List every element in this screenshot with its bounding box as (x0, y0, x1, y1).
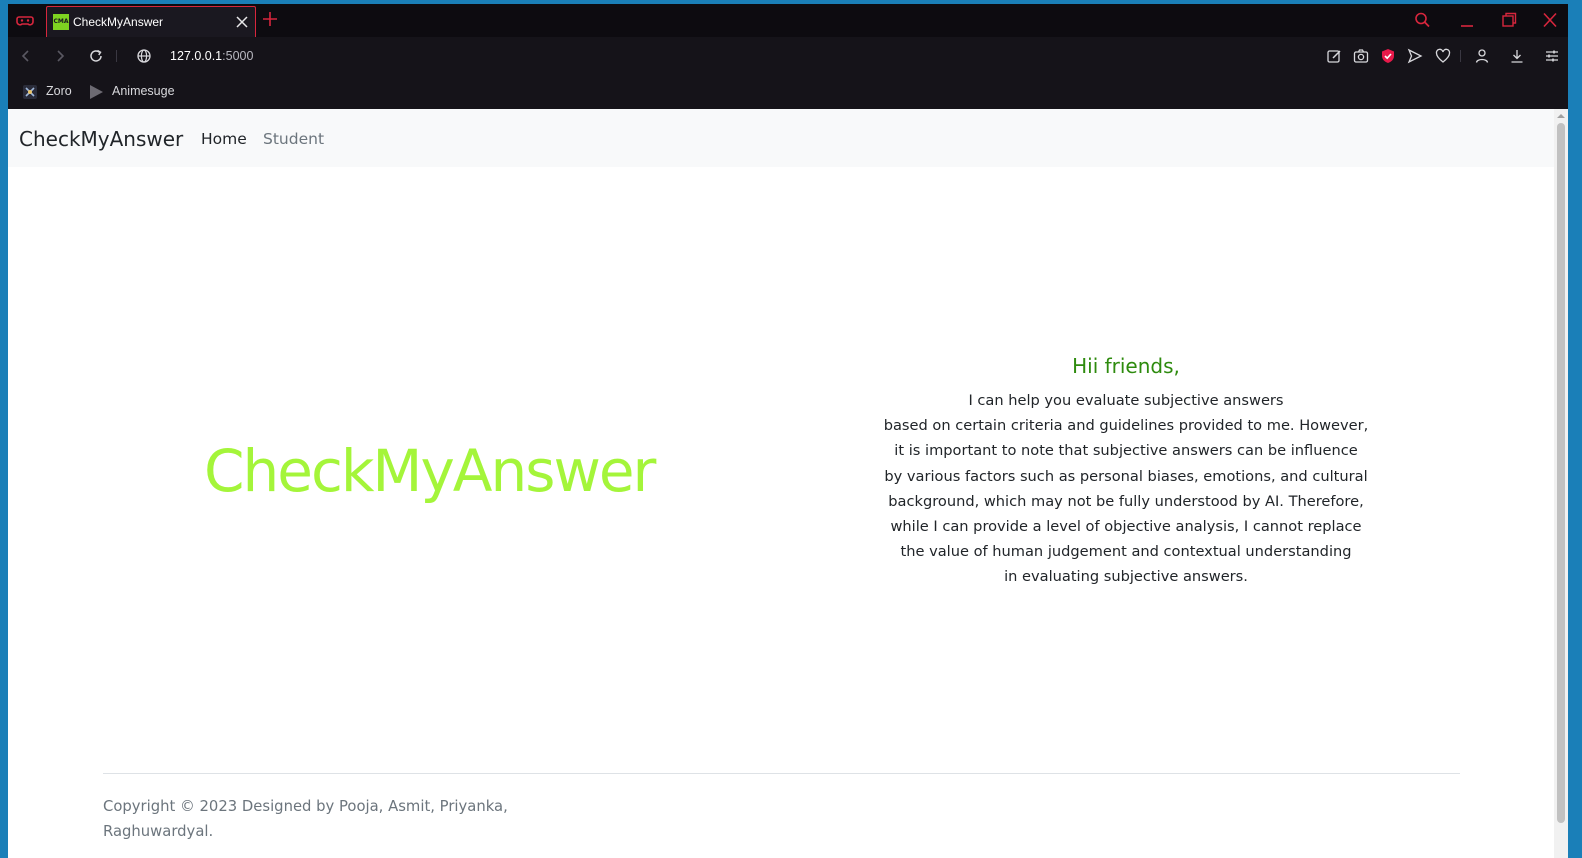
url-port: :5000 (222, 49, 254, 63)
profile-icon[interactable] (1474, 48, 1490, 64)
restore-icon[interactable] (1500, 12, 1518, 28)
easy-setup-edit-icon[interactable] (1326, 48, 1342, 64)
navbar-brand[interactable]: CheckMyAnswer (19, 127, 183, 151)
reload-icon[interactable] (88, 48, 104, 64)
bookmark-label: Zoro (46, 84, 72, 98)
intro-paragraph: I can help you evaluate subjective answe… (866, 388, 1386, 590)
paragraph-line: background, which may not be fully under… (888, 492, 1364, 510)
hero-title: CheckMyAnswer (204, 437, 656, 505)
nav-link-student[interactable]: Student (263, 130, 324, 148)
download-icon[interactable] (1509, 48, 1525, 64)
separator (116, 50, 117, 62)
bookmark-animesuge[interactable]: Animesuge (88, 83, 188, 101)
forward-icon[interactable] (52, 48, 68, 64)
url-field[interactable]: 127.0.0.1:5000 (170, 49, 253, 63)
paragraph-line: the value of human judgement and context… (900, 543, 1352, 561)
paragraph-line: by various factors such as personal bias… (884, 467, 1368, 485)
zoro-icon (23, 85, 37, 99)
greeting-heading: Hii friends, (1072, 354, 1180, 378)
nav-link-home[interactable]: Home (201, 130, 247, 148)
browser-window: CMA CheckMyAnswer 127.0.0.1:5000 Zoro An… (8, 4, 1568, 858)
address-bar: 127.0.0.1:5000 (8, 37, 1568, 75)
adblock-shield-icon[interactable] (1380, 48, 1396, 64)
separator (1460, 50, 1461, 62)
bookmarks-bar: Zoro Animesuge (8, 75, 1568, 109)
scroll-up-arrow-icon[interactable] (1557, 112, 1565, 120)
site-navbar: CheckMyAnswer Home Student (8, 109, 1554, 167)
footer-copyright: Copyright © 2023 Designed by Pooja, Asmi… (103, 794, 543, 844)
send-icon[interactable] (1407, 48, 1423, 64)
gx-menu-icon[interactable] (16, 12, 34, 28)
paragraph-line: I can help you evaluate subjective answe… (968, 392, 1284, 409)
new-tab-icon[interactable] (262, 11, 278, 27)
tab-title: CheckMyAnswer (73, 15, 164, 29)
scrollbar-thumb[interactable] (1557, 123, 1565, 823)
page-scrollbar[interactable] (1554, 109, 1568, 858)
tab-bar: CMA CheckMyAnswer (8, 4, 1568, 37)
paragraph-line: it is important to note that subjective … (894, 442, 1358, 460)
paragraph-line: in evaluating subjective answers. (1004, 568, 1248, 586)
close-window-icon[interactable] (1541, 12, 1559, 28)
back-icon[interactable] (18, 48, 34, 64)
play-icon (90, 85, 103, 99)
bookmark-label: Animesuge (112, 84, 175, 98)
snapshot-camera-icon[interactable] (1353, 48, 1369, 64)
easy-setup-sliders-icon[interactable] (1544, 48, 1560, 64)
paragraph-line: based on certain criteria and guidelines… (883, 417, 1369, 435)
heart-icon[interactable] (1435, 48, 1451, 64)
close-tab-icon[interactable] (235, 15, 249, 29)
tab-checkmyanswer[interactable]: CMA CheckMyAnswer (46, 6, 256, 37)
site-info-globe-icon[interactable] (136, 48, 152, 64)
paragraph-line: while I can provide a level of objective… (890, 518, 1362, 536)
copyright-line: Raghuwardyal. (103, 823, 214, 840)
copyright-line: Copyright © 2023 Designed by Pooja, Asmi… (103, 798, 508, 815)
tab-favicon: CMA (53, 14, 69, 30)
bookmark-zoro[interactable]: Zoro (22, 83, 82, 101)
footer-divider (103, 773, 1460, 774)
page-viewport: CheckMyAnswer Home Student CheckMyAnswer… (8, 109, 1568, 858)
minimize-icon[interactable] (1458, 12, 1476, 28)
search-icon[interactable] (1414, 12, 1432, 28)
url-host: 127.0.0.1 (170, 49, 223, 63)
